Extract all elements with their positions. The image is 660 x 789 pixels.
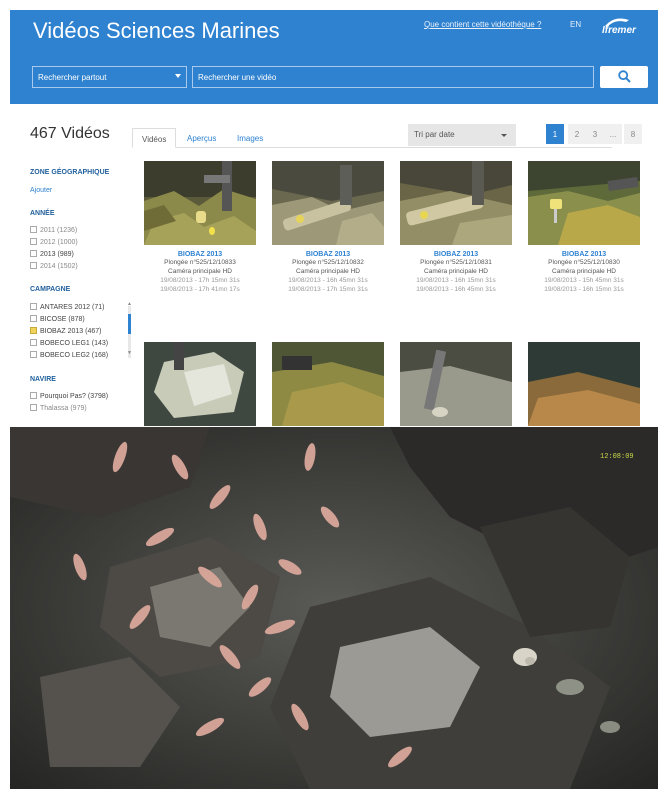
video-thumbnail[interactable] — [528, 161, 640, 245]
site-header: Vidéos Sciences Marines Que contient cet… — [10, 10, 658, 104]
video-camera: Caméra principale HD — [424, 268, 488, 275]
checkbox-checked-icon[interactable] — [30, 327, 37, 334]
search-scope-value: Rechercher partout — [38, 73, 107, 82]
page-8[interactable]: 8 — [624, 124, 642, 144]
video-camera: Caméra principale HD — [552, 268, 616, 275]
add-zone-link[interactable]: Ajouter — [30, 187, 52, 194]
filter-navire-heading: NAVIRE — [30, 376, 56, 383]
filter-navire-item[interactable]: Thalassa (979) — [30, 404, 87, 414]
video-thumbnail[interactable] — [528, 342, 640, 426]
video-end: 19/08/2013 - 17h 15mn 31s — [288, 286, 368, 293]
tab-apercus[interactable]: Aperçus — [178, 128, 225, 148]
video-card[interactable] — [272, 342, 384, 426]
deep-sea-photo: 12:08:09 — [10, 427, 658, 789]
video-campaign[interactable]: BIOBAZ 2013 — [272, 251, 384, 258]
search-scope-select[interactable]: Rechercher partout — [32, 66, 187, 88]
logo-text: Ifremer — [602, 25, 636, 36]
checkbox-icon[interactable] — [30, 315, 37, 322]
filter-navire-item[interactable]: Pourquoi Pas? (3798) — [30, 392, 108, 402]
search-input[interactable]: Rechercher une vidéo — [192, 66, 594, 88]
checkbox-icon[interactable] — [30, 238, 37, 245]
video-campaign[interactable]: BIOBAZ 2013 — [528, 251, 640, 258]
filter-annee-item[interactable]: 2012 (1000) — [30, 238, 78, 248]
video-dive: Plongée n°525/12/10833 — [164, 259, 236, 266]
search-button[interactable] — [600, 66, 648, 88]
filter-campagne-item-selected[interactable]: BIOBAZ 2013 (467) — [30, 327, 101, 337]
search-icon — [618, 70, 631, 83]
video-campaign[interactable]: BIOBAZ 2013 — [144, 251, 256, 258]
video-card[interactable]: BIOBAZ 2013 Plongée n°525/12/10831 Camér… — [400, 161, 512, 294]
tab-images[interactable]: Images — [228, 128, 272, 148]
checkbox-icon[interactable] — [30, 392, 37, 399]
results-count: 467 Vidéos — [30, 125, 110, 142]
filter-campagne-item[interactable]: BOBECO LEG2 (168) — [30, 351, 108, 361]
video-thumbnail[interactable] — [272, 161, 384, 245]
filter-campagne-item[interactable]: BOBECO LEG1 (143) — [30, 339, 108, 349]
video-thumbnail[interactable] — [144, 342, 256, 426]
language-switch[interactable]: EN — [570, 20, 581, 29]
filter-campagne-item[interactable]: BICOSE (878) — [30, 315, 85, 325]
video-timestamp: 12:08:09 — [600, 453, 634, 461]
filter-annee-item[interactable]: 2014 (1502) — [30, 262, 78, 272]
page-ellipsis: ... — [604, 124, 622, 144]
video-thumbnail[interactable] — [400, 161, 512, 245]
video-card[interactable] — [400, 342, 512, 426]
video-start: 19/08/2013 - 16h 45mn 31s — [288, 277, 368, 284]
video-card[interactable]: BIOBAZ 2013 Plongée n°525/12/10832 Camér… — [272, 161, 384, 294]
video-campaign[interactable]: BIOBAZ 2013 — [400, 251, 512, 258]
page-2[interactable]: 2 — [568, 124, 586, 144]
video-end: 19/08/2013 - 16h 45mn 31s — [416, 286, 496, 293]
video-dive: Plongée n°525/12/10831 — [420, 259, 492, 266]
checkbox-icon[interactable] — [30, 404, 37, 411]
about-link[interactable]: Que contient cette vidéothèque ? — [424, 20, 541, 29]
video-card[interactable]: BIOBAZ 2013 Plongée n°525/12/10830 Camér… — [528, 161, 640, 294]
video-start: 19/08/2013 - 15h 45mn 31s — [544, 277, 624, 284]
sort-label: Tri par date — [414, 130, 455, 139]
caret-down-icon — [501, 134, 507, 137]
video-dive: Plongée n°525/12/10832 — [292, 259, 364, 266]
caret-down-icon — [175, 74, 181, 78]
scrollbar-thumb[interactable] — [128, 314, 131, 334]
video-card[interactable] — [144, 342, 256, 426]
checkbox-icon[interactable] — [30, 303, 37, 310]
sort-select[interactable]: Tri par date — [408, 124, 516, 146]
filter-annee-item[interactable]: 2013 (989) — [30, 250, 74, 260]
media-tabs: Vidéos Aperçus Images — [132, 124, 612, 148]
video-end: 19/08/2013 - 16h 15mn 31s — [544, 286, 624, 293]
video-thumbnail[interactable] — [400, 342, 512, 426]
filter-campagne-heading: CAMPAGNE — [30, 286, 71, 293]
filter-campagne-item[interactable]: ANTARES 2012 (71) — [30, 303, 104, 313]
video-thumbnail[interactable] — [272, 342, 384, 426]
checkbox-icon[interactable] — [30, 226, 37, 233]
video-start: 19/08/2013 - 17h 15mn 31s — [160, 277, 240, 284]
page-3[interactable]: 3 — [586, 124, 604, 144]
video-start: 19/08/2013 - 16h 15mn 31s — [416, 277, 496, 284]
page-1[interactable]: 1 — [546, 124, 564, 144]
video-dive: Plongée n°525/12/10830 — [548, 259, 620, 266]
video-camera: Caméra principale HD — [296, 268, 360, 275]
search-placeholder: Rechercher une vidéo — [198, 73, 277, 82]
video-card[interactable]: BIOBAZ 2013 Plongée n°525/12/10833 Camér… — [144, 161, 256, 294]
tab-videos[interactable]: Vidéos — [132, 128, 177, 148]
scroll-down-icon[interactable]: ▼ — [127, 350, 132, 356]
checkbox-icon[interactable] — [30, 339, 37, 346]
filter-annee-heading: ANNÉE — [30, 210, 55, 217]
checkbox-icon[interactable] — [30, 351, 37, 358]
video-thumbnail[interactable] — [144, 161, 256, 245]
site-title[interactable]: Vidéos Sciences Marines — [33, 18, 280, 44]
video-card[interactable] — [528, 342, 640, 426]
checkbox-icon[interactable] — [30, 250, 37, 257]
video-camera: Caméra principale HD — [168, 268, 232, 275]
video-end: 19/08/2013 - 17h 41mn 17s — [160, 286, 240, 293]
filter-zone-heading: ZONE GÉOGRAPHIQUE — [30, 169, 110, 176]
ifremer-logo[interactable]: Ifremer — [598, 16, 650, 42]
checkbox-icon[interactable] — [30, 262, 37, 269]
filter-annee-item[interactable]: 2011 (1236) — [30, 226, 77, 236]
search-bar: Rechercher partout Rechercher une vidéo — [22, 64, 648, 92]
